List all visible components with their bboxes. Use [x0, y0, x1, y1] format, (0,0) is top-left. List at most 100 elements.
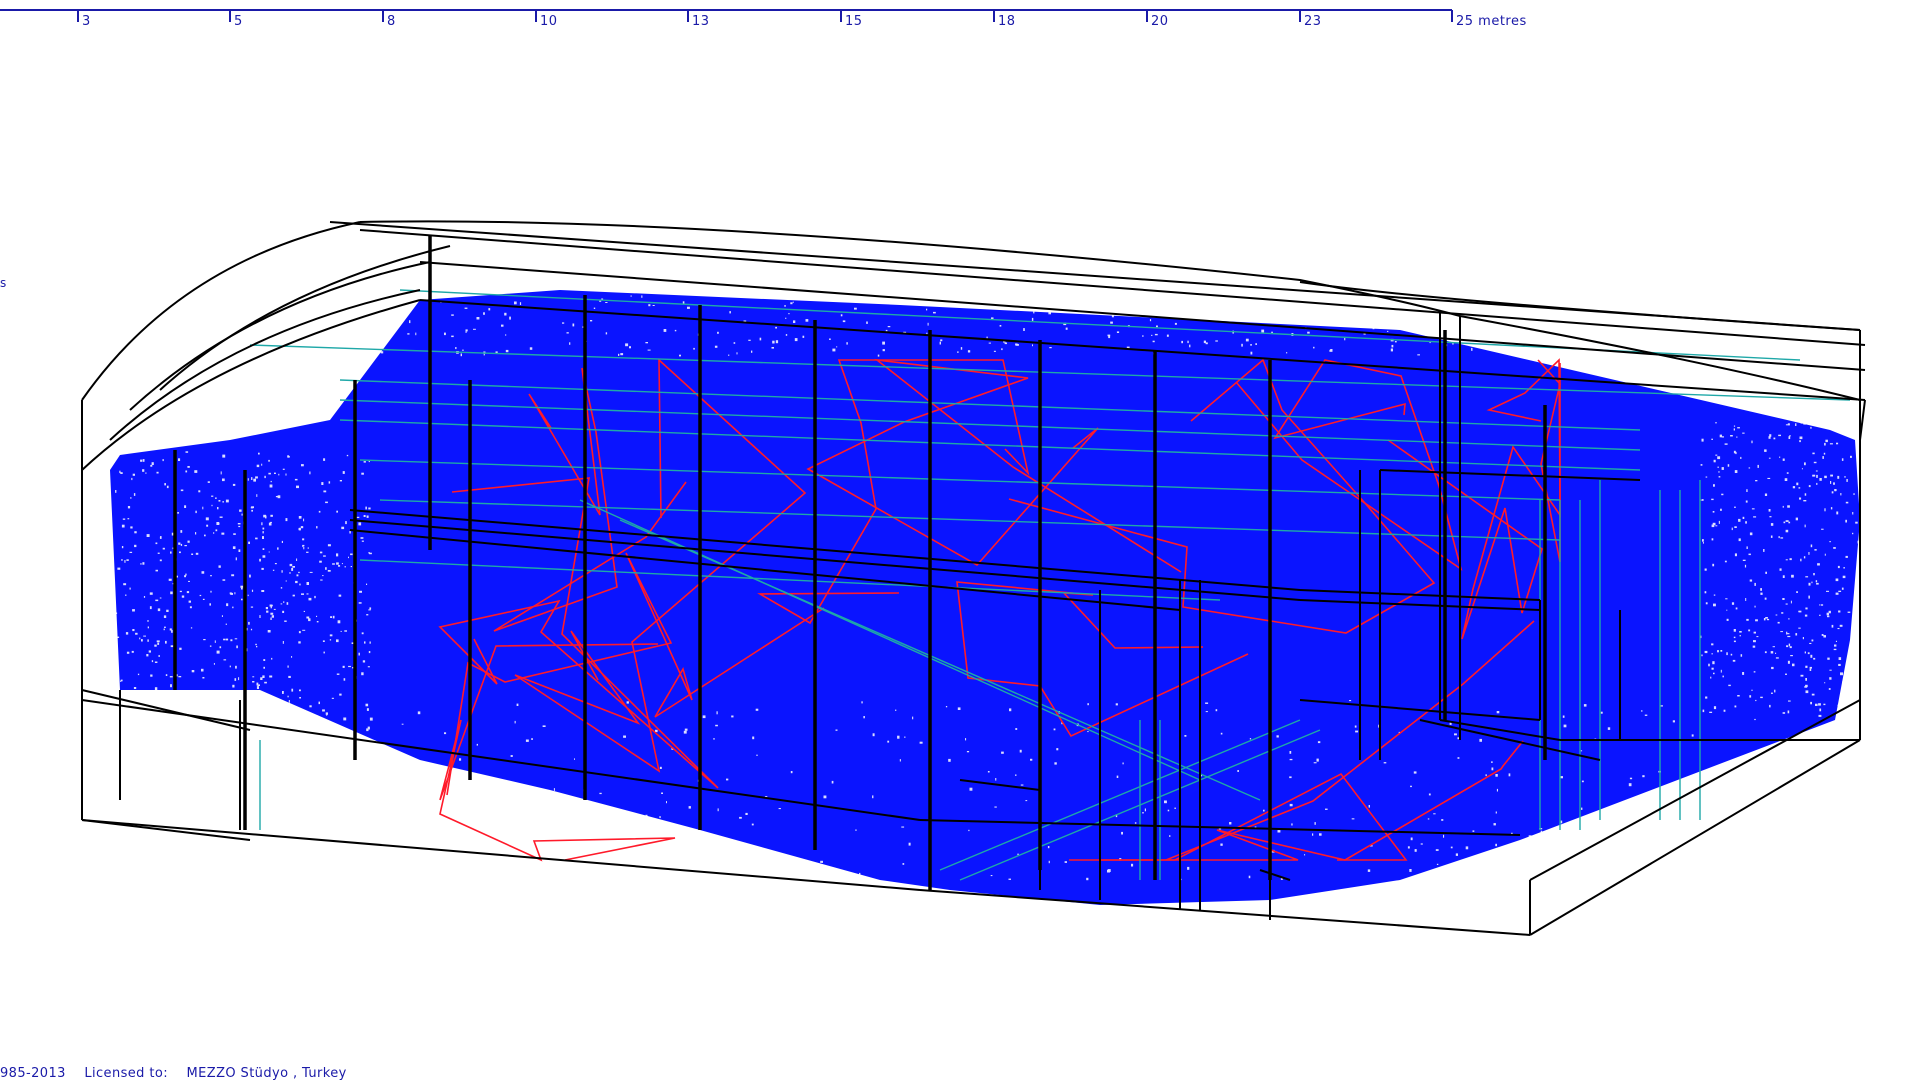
ray-speckle — [460, 353, 462, 357]
ray-speckle — [1065, 327, 1068, 330]
scale-bar: 3 5 8 10 13 15 18 20 23 25 metres — [0, 0, 1920, 50]
ray-speckle — [1713, 603, 1716, 607]
ray-speckle — [833, 297, 837, 299]
ray-speckle — [143, 720, 145, 723]
ray-speckle — [158, 655, 160, 657]
ray-speckle — [300, 526, 304, 529]
ray-speckle — [1785, 529, 1789, 533]
ray-speckle — [271, 657, 273, 660]
ray-speckle — [1730, 653, 1733, 656]
ray-speckle — [1344, 337, 1346, 341]
ray-speckle — [274, 563, 277, 565]
ray-speckle — [820, 860, 823, 863]
ray-speckle — [785, 317, 787, 319]
ray-speckle — [210, 590, 212, 593]
ray-speckle — [241, 513, 243, 516]
ray-speckle — [147, 620, 149, 622]
ray-speckle — [1048, 311, 1051, 315]
ray-speckle — [1715, 422, 1717, 424]
ray-speckle — [298, 641, 301, 644]
ray-speckle — [542, 725, 546, 727]
ray-speckle — [1787, 505, 1790, 508]
ray-speckle — [1585, 345, 1588, 348]
ray-speckle — [1404, 303, 1407, 305]
ray-speckle — [1738, 538, 1741, 542]
ray-speckle — [684, 728, 688, 731]
ray-speckle — [162, 459, 164, 462]
ray-speckle — [1704, 650, 1708, 654]
ray-speckle — [1783, 521, 1786, 524]
ray-speckle — [939, 341, 941, 345]
ray-speckle — [332, 615, 335, 619]
ray-speckle — [663, 329, 667, 332]
ray-speckle — [252, 681, 255, 683]
ray-speckle — [1824, 442, 1826, 446]
ray-speckle — [336, 673, 340, 675]
ray-speckle — [291, 656, 293, 658]
ray-speckle — [1829, 443, 1833, 445]
ray-speckle — [299, 583, 301, 586]
ray-speckle — [1738, 518, 1741, 522]
ray-speckle — [210, 575, 212, 577]
ray-speckle — [1712, 511, 1715, 513]
model-3d-viewport[interactable] — [0, 0, 1920, 1080]
ray-speckle — [1769, 516, 1772, 518]
ray-speckle — [1778, 434, 1781, 437]
ray-speckle — [1787, 710, 1790, 714]
ray-speckle — [277, 495, 281, 499]
ray-speckle — [1782, 458, 1785, 461]
ray-speckle — [1812, 474, 1816, 477]
ray-speckle — [223, 659, 227, 661]
ray-speckle — [1355, 730, 1359, 733]
ray-speckle — [140, 459, 143, 462]
ray-speckle — [350, 553, 353, 556]
ray-speckle — [1713, 706, 1717, 710]
ray-speckle — [1749, 532, 1753, 536]
ray-speckle — [205, 517, 209, 521]
scale-tick-label: 25 metres — [1456, 14, 1527, 29]
ray-speckle — [151, 462, 154, 465]
ray-speckle — [1628, 783, 1632, 787]
ray-speckle — [1829, 541, 1831, 543]
ray-speckle — [689, 836, 693, 838]
ray-speckle — [261, 463, 263, 466]
ray-speckle — [232, 684, 235, 688]
ray-speckle — [736, 352, 738, 355]
ray-speckle — [143, 596, 146, 598]
ray-speckle — [380, 351, 384, 354]
ray-speckle — [1734, 705, 1737, 708]
ray-speckle — [965, 738, 967, 741]
ray-speckle — [1053, 728, 1056, 731]
ray-speckle — [369, 641, 371, 644]
ray-speckle — [306, 551, 309, 553]
ray-speckle — [1724, 560, 1727, 563]
ray-speckle — [1782, 712, 1786, 714]
ray-speckle — [1701, 438, 1704, 442]
ray-speckle — [957, 707, 961, 710]
ray-speckle — [184, 575, 186, 578]
ray-speckle — [1583, 704, 1587, 707]
ray-speckle — [866, 321, 868, 324]
ray-speckle — [1261, 329, 1265, 333]
ray-speckle — [168, 578, 172, 581]
ray-speckle — [1820, 604, 1824, 606]
licensee-name: MEZZO Stüdyo , Turkey — [186, 1066, 347, 1080]
ray-speckle — [1731, 602, 1735, 605]
ray-speckle — [142, 459, 145, 462]
ray-speckle — [1690, 811, 1692, 814]
ray-speckle — [199, 594, 202, 597]
ray-speckle — [1842, 575, 1846, 579]
ray-speckle — [1581, 780, 1584, 783]
ray-speckle — [151, 660, 154, 663]
ray-speckle — [358, 652, 360, 656]
ray-speckle — [1850, 455, 1852, 458]
ray-speckle — [218, 706, 220, 708]
ray-speckle — [1800, 674, 1804, 677]
ray-speckle — [115, 612, 118, 614]
ray-speckle — [688, 806, 691, 809]
ray-speckle — [1571, 876, 1573, 879]
ray-speckle — [140, 563, 142, 565]
ray-speckle — [455, 347, 457, 350]
ray-speckle — [1734, 470, 1738, 473]
ray-speckle — [1312, 833, 1314, 836]
